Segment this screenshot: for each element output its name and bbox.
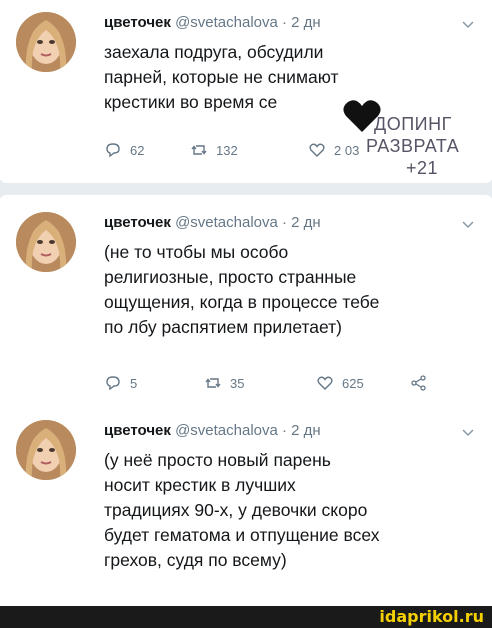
avatar[interactable] — [16, 420, 76, 480]
reply-count: 62 — [130, 142, 145, 158]
reply-count: 5 — [130, 375, 138, 391]
reply-icon — [106, 143, 120, 158]
like-count: 2 03 — [334, 142, 360, 158]
like-icon — [309, 143, 325, 157]
like-button[interactable]: 625 — [316, 374, 364, 392]
retweet-icon — [205, 378, 221, 388]
like-icon — [317, 376, 333, 390]
watermark-bar: idaprikol.ru — [0, 606, 492, 628]
tweet-card-2: цветочек @svetachalova · 2 дн (не то что… — [0, 198, 492, 590]
tweet-actions: 5 35 625 — [104, 374, 484, 394]
site-watermark: idaprikol.ru — [379, 607, 484, 626]
reply-button[interactable]: 62 — [104, 141, 144, 159]
tweet-actions: 62 132 2 03 — [104, 141, 484, 161]
tweet-header: цветочек @svetachalova · 2 дн — [104, 422, 321, 439]
chevron-down-icon[interactable] — [462, 218, 474, 232]
display-name[interactable]: цветочек — [104, 422, 171, 439]
share-icon — [411, 375, 426, 391]
chevron-down-icon[interactable] — [462, 426, 474, 440]
overlay-text-3: +21 — [406, 158, 439, 178]
overlay-text-1: ДОПИНГ — [374, 114, 452, 134]
tweet-header: цветочек @svetachalova · 2 дн — [104, 214, 321, 231]
retweet-count: 35 — [230, 375, 245, 391]
handle-and-time[interactable]: @svetachalova · 2 дн — [175, 422, 321, 439]
handle-and-time[interactable]: @svetachalova · 2 дн — [175, 14, 321, 31]
tweet-card-1: цветочек @svetachalova · 2 дн заехала по… — [0, 0, 492, 180]
tweet-text: (у неё просто новый парень носит крестик… — [104, 450, 380, 570]
share-button[interactable] — [410, 374, 428, 392]
reply-icon — [106, 376, 120, 391]
avatar[interactable] — [16, 212, 76, 272]
avatar[interactable] — [16, 12, 76, 72]
retweet-count: 132 — [216, 142, 238, 158]
chevron-down-icon[interactable] — [462, 18, 474, 32]
tweet-header: цветочек @svetachalova · 2 дн — [104, 14, 321, 31]
handle-and-time[interactable]: @svetachalova · 2 дн — [175, 214, 321, 231]
card-separator — [0, 177, 492, 201]
display-name[interactable]: цветочек — [104, 14, 171, 31]
tweet-text: (не то чтобы мы особо религиозные, прост… — [104, 242, 380, 337]
display-name[interactable]: цветочек — [104, 214, 171, 231]
tweet-text: заехала подруга, обсудили парней, которы… — [104, 42, 339, 112]
reply-button[interactable]: 5 — [104, 374, 137, 392]
retweet-button[interactable]: 132 — [190, 141, 238, 159]
retweet-icon — [191, 145, 207, 155]
like-button[interactable]: 2 03 — [308, 141, 359, 159]
retweet-button[interactable]: 35 — [204, 374, 244, 392]
like-count: 625 — [342, 375, 364, 391]
